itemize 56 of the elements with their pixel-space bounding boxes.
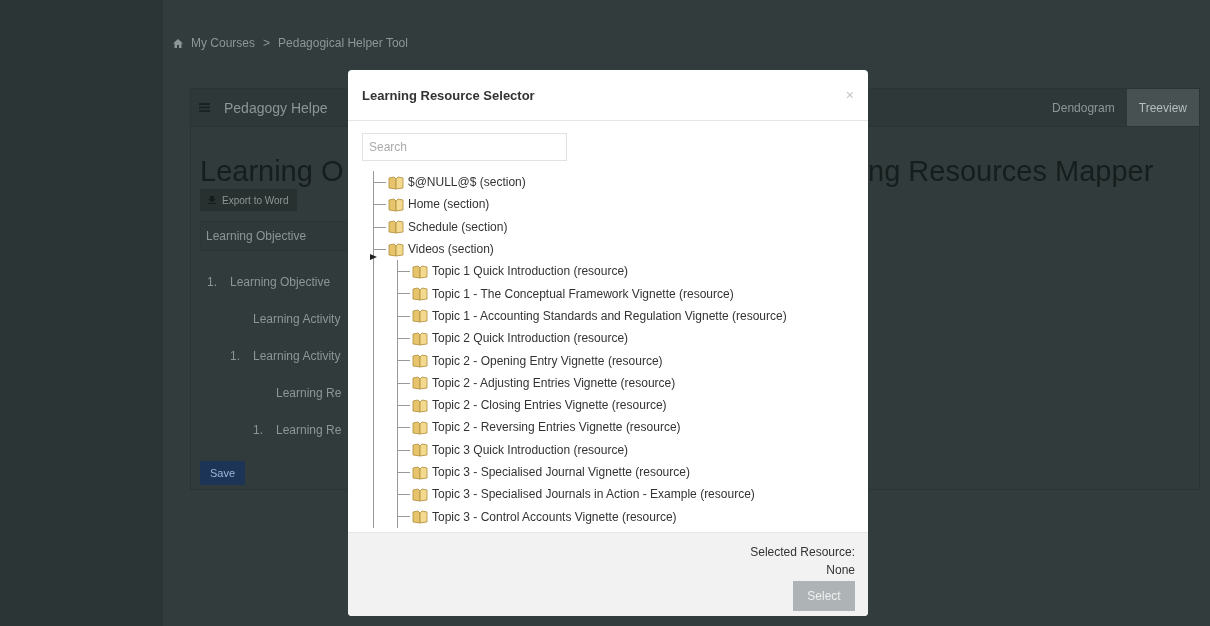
- caret-icon[interactable]: [370, 253, 377, 260]
- folder-icon: [412, 486, 428, 502]
- outline-item: Learning Re: [276, 385, 342, 400]
- tree-item[interactable]: Topic 3 - Specialised Journals in Action - Example (resource): [412, 483, 854, 506]
- panel-title: Pedagogy Helpe: [224, 99, 328, 116]
- folder-icon: [412, 397, 428, 413]
- tree-item[interactable]: Topic 3 - Specialised Journal Vignette (resource): [412, 460, 854, 484]
- folder-icon: [412, 375, 428, 391]
- tree-item[interactable]: Topic 2 - Reversing Entries Vignette (resource): [412, 416, 854, 439]
- folder-icon: [388, 196, 404, 212]
- objective-field[interactable]: Learning Objective: [200, 221, 348, 251]
- folder-icon: [388, 174, 404, 190]
- folder-icon: [412, 353, 428, 368]
- save-button[interactable]: Save: [200, 461, 246, 485]
- tree-item[interactable]: Topic 2 - Adjusting Entries Vignette (resource): [412, 371, 854, 394]
- outline-item: Learning Re: [276, 422, 342, 437]
- folder-icon: [412, 308, 428, 324]
- tree-item[interactable]: Topic 2 - Closing Entries Vignette (resource): [412, 393, 854, 417]
- item-number: 1.: [207, 274, 218, 289]
- dialog-title: Learning Resource Selector: [362, 87, 535, 103]
- selected-resource-label: Selected Resource:: [750, 544, 855, 561]
- tree-item[interactable]: Topic 1 - Accounting Standards and Regulation Vignette (resource): [412, 304, 854, 328]
- search-field[interactable]: Search: [362, 133, 567, 161]
- item-number: 1.: [230, 348, 241, 363]
- folder-icon: [412, 330, 428, 346]
- tree-item[interactable]: Topic 2 Quick Introduction (resource): [412, 327, 854, 350]
- outline-item: Learning Activity: [253, 348, 341, 363]
- folder-icon: [412, 419, 428, 435]
- outline-item: Learning Activity: [253, 311, 341, 326]
- folder-icon: [388, 219, 404, 235]
- breadcrumb-separator: >: [263, 36, 271, 50]
- breadcrumb-link[interactable]: Pedagogical Helper Tool: [278, 36, 408, 50]
- folder-icon: [412, 263, 428, 279]
- tree-item[interactable]: Topic 3 Quick Introduction (resource): [412, 438, 854, 461]
- select-button: Select: [793, 581, 855, 611]
- tab[interactable]: Treeview: [1126, 89, 1199, 126]
- tree-item[interactable]: $@NULL@$ (section): [388, 171, 854, 194]
- item-number: 1.: [253, 422, 264, 437]
- tree-item[interactable]: Videos (section): [388, 237, 854, 261]
- tree-item[interactable]: Home (section): [388, 193, 854, 216]
- folder-icon: [412, 286, 428, 302]
- tab[interactable]: Dendogram: [1040, 89, 1127, 126]
- folder-icon: [412, 464, 428, 480]
- breadcrumb-link[interactable]: My Courses: [191, 36, 255, 50]
- folder-icon: [412, 442, 428, 458]
- tree-item[interactable]: Schedule (section): [388, 215, 854, 238]
- tree-item[interactable]: Topic 3 - Control Accounts Vignette (resource): [412, 505, 854, 528]
- outline-item: Learning Objective: [230, 274, 331, 289]
- folder-icon: [412, 509, 428, 525]
- home-icon[interactable]: [173, 38, 183, 48]
- tree-item[interactable]: Topic 1 - The Conceptual Framework Vignette (resource): [412, 282, 854, 305]
- folder-icon: [388, 241, 404, 257]
- tree-item[interactable]: Topic 1 Quick Introduction (resource): [412, 260, 854, 283]
- tree-item[interactable]: Topic 2 - Opening Entry Vignette (resource): [412, 349, 854, 372]
- selected-resource-value: None: [826, 562, 855, 579]
- export-button[interactable]: Export to Word: [200, 189, 297, 211]
